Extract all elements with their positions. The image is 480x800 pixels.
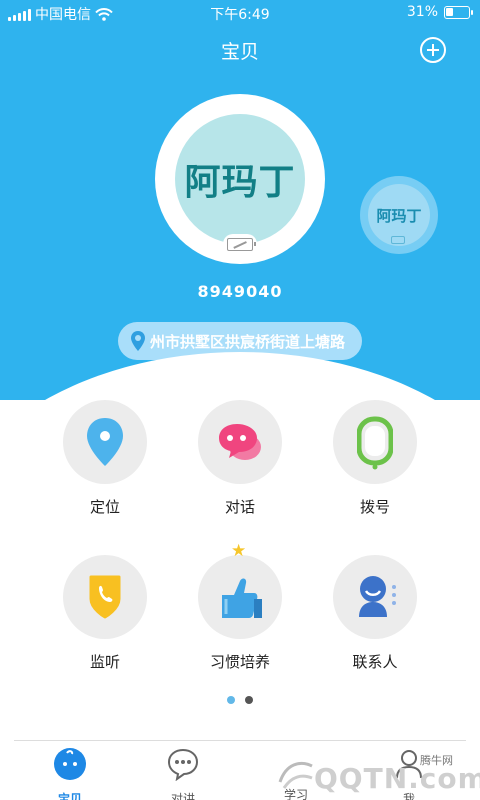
func-habit-circle: ★ [198, 541, 282, 639]
battery-percent: 31% [406, 4, 438, 20]
phone-shield-icon [89, 575, 121, 619]
func-locate-label: 定位 [89, 498, 120, 516]
page-title: 宝贝 [220, 41, 259, 63]
watch-dial-icon [357, 416, 393, 470]
page-dot[interactable] [245, 696, 253, 704]
func-dial-label: 拨号 [359, 498, 390, 516]
func-habit-label: 习惯培养 [209, 653, 270, 671]
watermark: QQTN.com 腾牛网 [270, 740, 480, 800]
hero-curve [0, 352, 480, 400]
watermark-logo: QQTN.com [314, 762, 480, 795]
talk-bubble-icon [167, 748, 199, 782]
low-battery-icon [227, 237, 256, 251]
func-monitor-circle [63, 555, 147, 639]
page-indicator [0, 696, 480, 704]
func-dial-circle [333, 400, 417, 484]
watermark-caption: 腾牛网 [420, 754, 453, 767]
baby-face-icon [54, 748, 86, 780]
contact-person-icon [359, 576, 396, 617]
hero-header: 中国电信 下午6:49 31% 宝贝 阿玛丁 阿玛丁 8949040 州市拱墅区… [0, 0, 480, 400]
location-pin-icon [131, 331, 145, 351]
func-contacts[interactable]: 联系人 [310, 555, 440, 672]
plus-circle-icon[interactable] [420, 37, 446, 63]
thumbs-up-icon [222, 578, 262, 618]
func-chat-label: 对话 [224, 498, 255, 516]
baby-avatar-secondary[interactable]: 阿玛丁 [360, 176, 438, 254]
func-habit[interactable]: ★ 习惯培养 [175, 541, 305, 672]
tab-talk[interactable]: 对讲 [143, 747, 223, 800]
func-dial[interactable]: 拨号 [310, 400, 440, 517]
status-right: 31% [406, 4, 473, 20]
tab-talk-label: 对讲 [170, 792, 195, 800]
avatar-name-small: 阿玛丁 [376, 206, 422, 225]
location-pin-icon [87, 418, 123, 466]
tab-baby[interactable]: 宝贝 [30, 747, 110, 800]
small-battery-icon [391, 236, 405, 244]
device-battery-badge [223, 234, 257, 254]
func-locate[interactable]: 定位 [40, 400, 170, 517]
tab-baby-label: 宝贝 [57, 792, 82, 800]
func-locate-circle [63, 400, 147, 484]
func-chat[interactable]: 对话 [175, 400, 305, 517]
baby-avatar-main[interactable]: 阿玛丁 [155, 94, 325, 264]
location-text: 州市拱墅区拱宸桥街道上塘路 [150, 332, 346, 351]
chat-bubbles-icon [219, 424, 261, 460]
watermark-logo-icon [278, 761, 313, 789]
device-id: 8949040 [197, 282, 283, 301]
func-monitor-label: 监听 [89, 653, 120, 671]
avatar-image: 阿玛丁 [175, 114, 305, 244]
status-bar: 中国电信 下午6:49 31% [0, 0, 480, 26]
page-dot-active[interactable] [227, 696, 235, 704]
func-chat-circle [198, 400, 282, 484]
func-contacts-label: 联系人 [352, 653, 398, 671]
star-icon: ★ [231, 541, 247, 561]
func-monitor[interactable]: 监听 [40, 555, 170, 672]
battery-icon [444, 5, 473, 19]
avatar-name: 阿玛丁 [184, 162, 296, 203]
func-contacts-circle [333, 555, 417, 639]
